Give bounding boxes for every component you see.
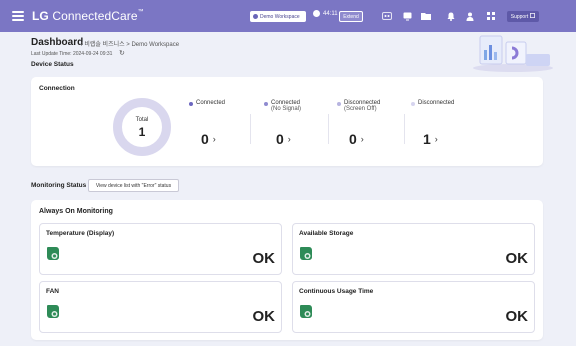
brand-lg: LG <box>32 9 49 23</box>
ok-status-icon <box>47 247 59 260</box>
tile-available-storage[interactable]: Available Storage OK <box>292 223 535 275</box>
tile-status: OK <box>252 250 276 267</box>
tile-status: OK <box>505 308 529 325</box>
top-bar: LG ConnectedCare™ Demo Workspace 44:11 E… <box>0 0 576 32</box>
divider <box>250 114 251 144</box>
ok-status-icon <box>47 305 59 318</box>
stat-disconnected-label-row: Disconnected <box>411 100 491 106</box>
status-dot-icon <box>411 101 415 106</box>
stat-connected-value-row[interactable]: 0 › <box>201 131 216 147</box>
device-status-heading: Device Status <box>31 61 74 68</box>
support-label: Support <box>510 13 529 20</box>
view-error-devices-button[interactable]: View device list with "Error" status <box>88 179 179 192</box>
folder-icon[interactable] <box>421 11 431 21</box>
clock-icon <box>313 10 320 17</box>
external-link-icon <box>530 13 536 20</box>
ok-status-icon <box>300 247 312 260</box>
divider <box>404 114 405 144</box>
stat-no-signal-value-row[interactable]: 0 › <box>276 131 291 147</box>
chevron-right-icon: › <box>287 134 291 144</box>
stat-screen-off-value: 0 <box>349 131 357 147</box>
support-button[interactable]: Support <box>507 11 539 22</box>
breadcrumb: / 비랩솔 비즈니스 > Demo Workspace <box>81 42 180 48</box>
monitor-icon[interactable] <box>402 11 412 21</box>
stat-disconnected-value: 1 <box>423 131 431 147</box>
monitoring-status-heading: Monitoring Status <box>31 182 87 189</box>
stat-no-signal-value: 0 <box>276 131 284 147</box>
stat-screen-off-sub: (Screen Off) <box>344 106 377 112</box>
stat-disconnected-value-row[interactable]: 1 › <box>423 131 438 147</box>
workspace-label: Demo Workspace <box>260 13 300 20</box>
tile-title: Temperature (Display) <box>46 230 115 237</box>
connection-card: Connection Total 1 Connected 0 › Connect… <box>31 77 543 166</box>
user-account-icon[interactable] <box>465 11 475 21</box>
last-update-time: Last Update Time: 2024-09-24 09:31 <box>31 51 113 57</box>
stat-connected[interactable]: Connected 0 › <box>189 100 269 160</box>
always-on-monitoring-card: Always On Monitoring Temperature (Displa… <box>31 200 543 340</box>
tile-status: OK <box>505 250 529 267</box>
tile-title: Continuous Usage Time <box>299 288 374 295</box>
status-dot-icon <box>337 101 341 106</box>
extend-session-button[interactable]: Extend <box>339 11 363 22</box>
brand-connectedcare: ConnectedCare <box>52 9 138 23</box>
tile-temperature-display[interactable]: Temperature (Display) OK <box>39 223 282 275</box>
chevron-right-icon: › <box>212 134 216 144</box>
session-timer: 44:11 <box>313 10 338 17</box>
status-dot-icon <box>264 101 268 106</box>
app-brand[interactable]: LG ConnectedCare™ <box>32 9 144 23</box>
refresh-icon[interactable]: ↻ <box>119 49 125 57</box>
status-dot-icon <box>189 101 193 106</box>
workspace-icon <box>253 14 258 19</box>
apps-grid-icon[interactable] <box>486 11 496 21</box>
divider <box>328 114 329 144</box>
workspace-selector-button[interactable]: Demo Workspace <box>250 11 306 22</box>
stat-connected-no-signal[interactable]: Connected (No Signal) 0 › <box>264 100 344 160</box>
total-label: Total <box>135 117 149 123</box>
notification-bell-icon[interactable] <box>446 11 456 21</box>
stat-disconnected-screen-off[interactable]: Disconnected (Screen Off) 0 › <box>337 100 417 160</box>
chevron-right-icon: › <box>360 134 364 144</box>
page-title: Dashboard <box>31 37 84 48</box>
tile-title: Available Storage <box>299 230 354 237</box>
timer-value: 44:11 <box>323 10 338 17</box>
dashboard-illustration <box>470 32 556 72</box>
ok-status-icon <box>300 305 312 318</box>
connection-title: Connection <box>39 85 75 92</box>
stat-no-signal-sub: (No Signal) <box>271 106 302 112</box>
total-value: 1 <box>138 125 146 139</box>
tile-fan[interactable]: FAN OK <box>39 281 282 333</box>
stat-connected-value: 0 <box>201 131 209 147</box>
stat-disconnected-label: Disconnected <box>418 100 455 106</box>
brand-trademark: ™ <box>137 9 144 15</box>
remote-control-icon[interactable] <box>382 11 392 21</box>
tile-status: OK <box>252 308 276 325</box>
hamburger-menu-icon[interactable] <box>12 11 24 21</box>
stat-connected-label: Connected <box>196 100 226 106</box>
stat-screen-off-value-row[interactable]: 0 › <box>349 131 364 147</box>
tile-continuous-usage-time[interactable]: Continuous Usage Time OK <box>292 281 535 333</box>
always-on-monitoring-title: Always On Monitoring <box>39 208 113 215</box>
chevron-right-icon: › <box>434 134 438 144</box>
stat-disconnected[interactable]: Disconnected 1 › <box>411 100 491 160</box>
stat-connected-label-row: Connected <box>189 100 269 106</box>
tile-title: FAN <box>46 288 59 295</box>
